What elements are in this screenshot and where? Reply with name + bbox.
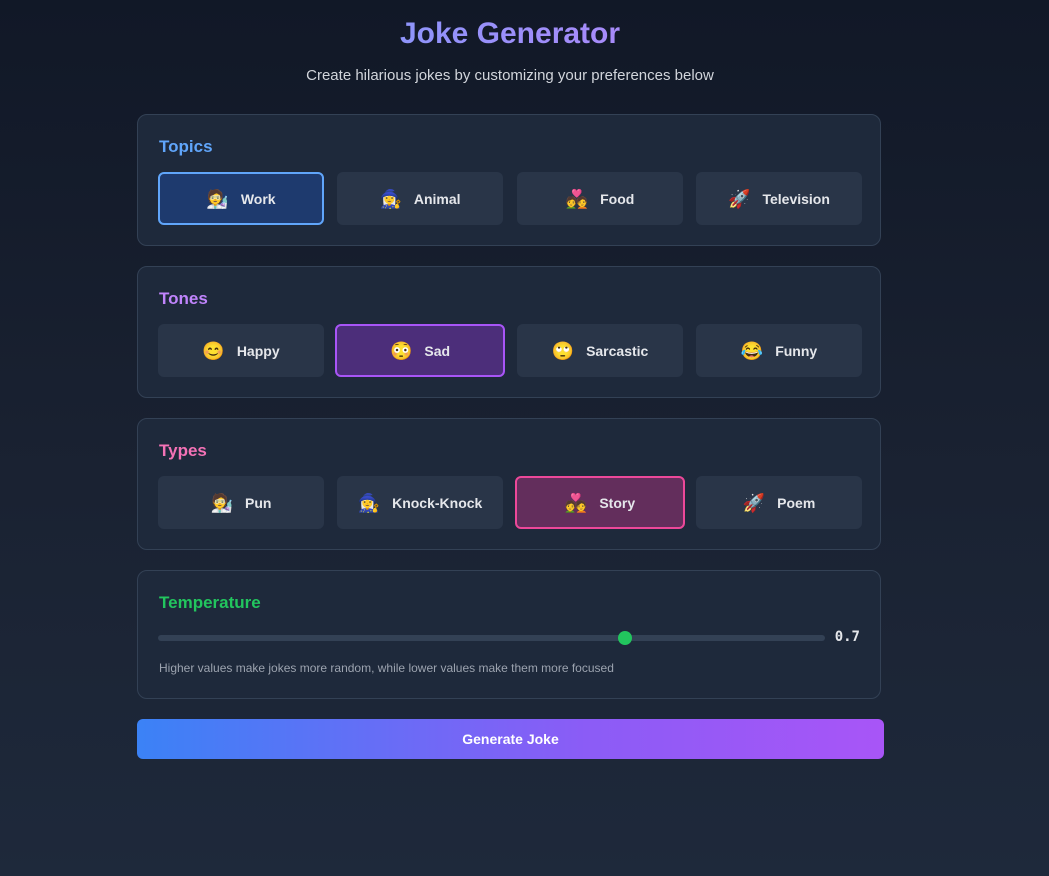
temperature-slider-thumb[interactable] [617, 631, 632, 645]
type-option-label: Story [599, 494, 636, 511]
types-options: 🧑‍🔬 Pun 🧙‍♀️ Knock-Knock 💑 Story 🚀 Poem [158, 476, 862, 529]
rocket-icon: 🚀 [728, 188, 751, 209]
type-option-label: Poem [777, 494, 816, 511]
laughing-icon: 😂 [740, 340, 764, 361]
generate-joke-button[interactable]: Generate Joke [137, 719, 884, 759]
type-option-pun[interactable]: 🧑‍🔬 Pun [158, 476, 324, 529]
type-option-poem[interactable]: 🚀 Poem [696, 476, 862, 529]
topic-option-food[interactable]: 💑 Food [517, 172, 683, 225]
tone-option-label: Sarcastic [586, 342, 649, 359]
eye-roll-icon: 🙄 [551, 340, 575, 361]
temperature-card: Temperature 0.7 Higher values make jokes… [137, 570, 881, 699]
page-subtitle: Create hilarious jokes by customizing yo… [306, 67, 714, 84]
topic-option-label: Animal [413, 190, 461, 207]
topic-option-label: Television [762, 190, 830, 207]
topics-card: Topics 🧑‍🔬 Work 🧙‍♀️ Animal 💑 Food 🚀 Tel… [137, 114, 881, 246]
tones-options: 😊 Happy 😳 Sad 🙄 Sarcastic 😂 Funny [158, 324, 862, 377]
types-title: Types [159, 441, 207, 460]
tone-option-label: Happy [236, 342, 280, 359]
page-title: Joke Generator [0, 14, 1020, 54]
types-card: Types 🧑‍🔬 Pun 🧙‍♀️ Knock-Knock 💑 Story 🚀… [137, 418, 881, 550]
scientist-icon: 🧑‍🔬 [210, 492, 233, 513]
type-option-label: Pun [244, 494, 272, 511]
topics-options: 🧑‍🔬 Work 🧙‍♀️ Animal 💑 Food 🚀 Television [158, 172, 862, 225]
couple-icon: 💑 [565, 188, 589, 209]
temperature-value: 0.7 [834, 629, 860, 645]
rocket-icon: 🚀 [742, 492, 766, 513]
tone-option-funny[interactable]: 😂 Funny [696, 324, 862, 377]
tones-card: Tones 😊 Happy 😳 Sad 🙄 Sarcastic 😂 Funny [137, 266, 881, 398]
tone-option-sarcastic[interactable]: 🙄 Sarcastic [517, 324, 683, 377]
type-option-label: Knock-Knock [392, 494, 483, 511]
type-option-story[interactable]: 💑 Story [515, 476, 685, 529]
tone-option-happy[interactable]: 😊 Happy [158, 324, 324, 377]
witch-icon: 🧙‍♀️ [357, 492, 381, 513]
topic-option-television[interactable]: 🚀 Television [696, 172, 862, 225]
topic-option-label: Work [240, 190, 276, 207]
temperature-slider[interactable] [158, 631, 825, 645]
topic-option-label: Food [600, 190, 635, 207]
temperature-title: Temperature [159, 593, 261, 612]
tone-option-label: Sad [424, 342, 451, 359]
scientist-icon: 🧑‍🔬 [206, 188, 229, 209]
smile-icon: 😊 [202, 340, 225, 361]
tone-option-label: Funny [775, 342, 818, 359]
couple-icon: 💑 [564, 492, 588, 513]
topic-option-work[interactable]: 🧑‍🔬 Work [158, 172, 324, 225]
tones-title: Tones [159, 289, 208, 308]
topics-title: Topics [159, 137, 213, 156]
topic-option-animal[interactable]: 🧙‍♀️ Animal [337, 172, 503, 225]
type-option-knock-knock[interactable]: 🧙‍♀️ Knock-Knock [337, 476, 503, 529]
flushed-icon: 😳 [389, 340, 413, 361]
witch-icon: 🧙‍♀️ [379, 188, 402, 209]
tone-option-sad[interactable]: 😳 Sad [335, 324, 505, 377]
temperature-hint: Higher values make jokes more random, wh… [159, 661, 614, 675]
